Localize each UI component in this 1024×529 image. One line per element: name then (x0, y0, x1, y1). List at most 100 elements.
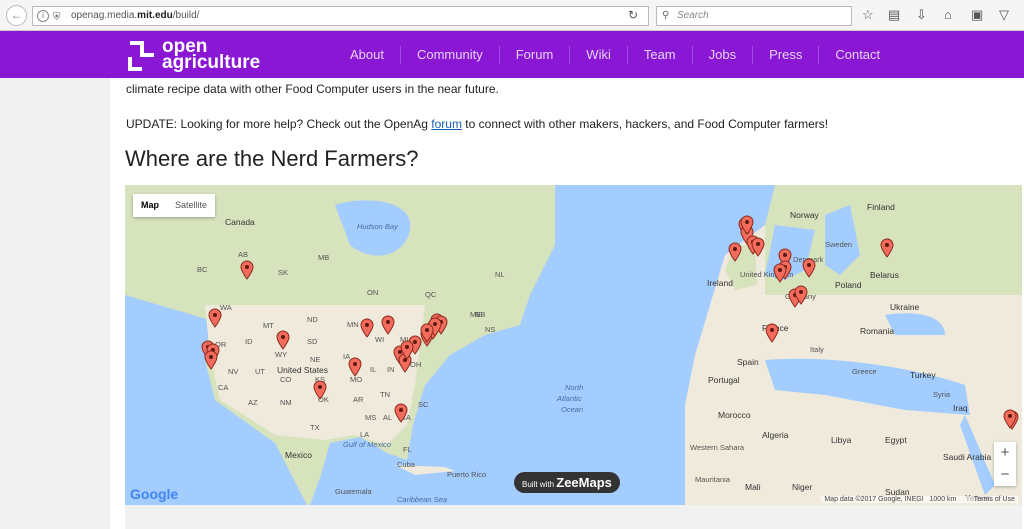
nav-wiki[interactable]: Wiki (569, 45, 627, 64)
map-label-turkey: Turkey (910, 370, 936, 380)
map-label-on: ON (367, 288, 379, 297)
site-navbar: open agriculture About Community Forum W… (0, 31, 1024, 78)
map-label-ireland: Ireland (707, 278, 733, 288)
search-input[interactable]: ⚲ Search (656, 6, 852, 26)
map-label-ab: AB (238, 250, 249, 259)
map-marker-pin[interactable] (400, 340, 414, 360)
map-label-il: IL (370, 365, 377, 374)
reload-icon[interactable]: ↻ (628, 8, 638, 22)
nav-about[interactable]: About (334, 46, 400, 64)
map-marker-pin[interactable] (1003, 409, 1017, 429)
paragraph-climate: climate recipe data with other Food Comp… (126, 82, 499, 96)
search-icon: ⚲ (662, 10, 670, 21)
map-type-satellite[interactable]: Satellite (167, 194, 215, 217)
map-land (125, 185, 1022, 505)
update-text-end: to connect with other makers, hackers, a… (461, 117, 829, 131)
map-pin-icon (394, 403, 408, 423)
map-marker-pin[interactable] (751, 237, 765, 257)
map-pin-icon (400, 340, 414, 360)
nav-contact[interactable]: Contact (818, 45, 896, 64)
zoom-out-button[interactable]: − (994, 464, 1016, 486)
map-marker-pin[interactable] (208, 308, 222, 328)
map-label-tx: TX (310, 423, 320, 432)
map-marker-pin[interactable] (348, 357, 362, 377)
map-label-az: AZ (248, 398, 258, 407)
map-label-pr: Puerto Rico (447, 470, 487, 479)
map-marker-pin[interactable] (765, 323, 779, 343)
map-marker-pin[interactable] (313, 380, 327, 400)
map-label-carib: Caribbean Sea (397, 495, 448, 504)
address-bar[interactable]: i ⛨ openag.media.mit.edu/build/ (32, 6, 649, 26)
map-label-mexico: Mexico (285, 450, 312, 460)
map-marker-pin[interactable] (880, 238, 894, 258)
map-label-egypt: Egypt (885, 435, 907, 445)
map-label-sd: SD (307, 337, 318, 346)
map-label-mn: MN (347, 320, 359, 329)
zeemaps-badge[interactable]: Built with ZeeMaps (514, 472, 620, 493)
nav-team[interactable]: Team (626, 45, 692, 64)
zoom-control: + − (994, 442, 1016, 486)
zoom-in-button[interactable]: + (994, 442, 1016, 464)
map-pin-icon (765, 323, 779, 343)
map-marker-pin[interactable] (420, 323, 434, 343)
extension-icon[interactable]: ▣ (971, 7, 983, 23)
map-label-belarus: Belarus (870, 270, 899, 280)
map-pin-icon (360, 318, 374, 338)
pocket-icon[interactable]: ▽ (999, 7, 1009, 23)
map-pin-icon (740, 215, 754, 235)
map-pin-icon (802, 258, 816, 278)
map-label-romania: Romania (860, 326, 895, 336)
nav-community[interactable]: Community (399, 45, 499, 64)
scale-bar[interactable]: 1000 km (930, 496, 957, 503)
map-pin-icon (240, 260, 254, 280)
map-marker-pin[interactable] (794, 285, 808, 305)
map-label-nl: NL (495, 270, 505, 279)
map-label-ca: CA (218, 383, 229, 392)
map-type-map[interactable]: Map (133, 194, 167, 217)
map-marker-pin[interactable] (381, 315, 395, 335)
map-label-hudson: Hudson Bay (357, 222, 398, 231)
zeemaps-brand: ZeeMaps (556, 475, 612, 490)
map-marker-pin[interactable] (394, 403, 408, 423)
map-marker-pin[interactable] (360, 318, 374, 338)
map-label-al: AL (383, 413, 393, 422)
left-gutter (0, 78, 110, 529)
map-attribution: Map data ©2017 Google, INEGI 1000 km Ter… (821, 496, 1018, 503)
map-label-nm: NM (280, 398, 292, 407)
download-icon[interactable]: ⇩ (916, 7, 927, 23)
forum-link[interactable]: forum (431, 117, 462, 131)
logo-mark-icon (128, 41, 154, 71)
nav-forum[interactable]: Forum (498, 45, 570, 64)
update-text: UPDATE: Looking for more help? Check out… (126, 117, 432, 131)
terms-link[interactable]: Terms of Use (974, 496, 1015, 503)
home-icon[interactable]: ⌂ (944, 7, 952, 22)
map-label-natl2: Atlantic (557, 394, 582, 403)
map-label-wy: WY (275, 350, 288, 359)
map-label-canada: Canada (225, 217, 255, 227)
nav-jobs[interactable]: Jobs (691, 45, 752, 64)
map-marker-pin[interactable] (276, 330, 290, 350)
openag-logo[interactable]: open agriculture (128, 37, 268, 73)
shield-icon[interactable]: ⛨ (53, 9, 61, 27)
map-marker-pin[interactable] (204, 350, 218, 370)
map-pin-icon (773, 263, 787, 283)
bookmark-star-icon[interactable]: ☆ (862, 7, 874, 23)
map-marker-pin[interactable] (240, 260, 254, 280)
map-marker-pin[interactable] (773, 263, 787, 283)
map-label-wsahara: Western Sahara (690, 443, 745, 452)
paragraph-update: UPDATE: Looking for more help? Check out… (126, 117, 828, 131)
clipboard-icon[interactable]: ▤ (888, 7, 900, 23)
back-button[interactable]: ← (6, 5, 27, 26)
map-pin-icon (794, 285, 808, 305)
map-label-nd: ND (307, 315, 318, 324)
info-icon[interactable]: i (37, 10, 49, 22)
map-marker-pin[interactable] (802, 258, 816, 278)
map-marker-pin[interactable] (740, 215, 754, 235)
map-type-control: Map Satellite (133, 194, 216, 217)
map-label-nv: NV (228, 367, 239, 376)
zeemaps-map[interactable]: Map Satellite Canada Hudson Bay AB BC SK MB ON… (125, 185, 1022, 505)
map-label-guatemala: Guatemala (335, 487, 372, 496)
nav-press[interactable]: Press (752, 45, 818, 64)
map-pin-icon (208, 308, 222, 328)
map-label-mali: Mali (745, 482, 761, 492)
